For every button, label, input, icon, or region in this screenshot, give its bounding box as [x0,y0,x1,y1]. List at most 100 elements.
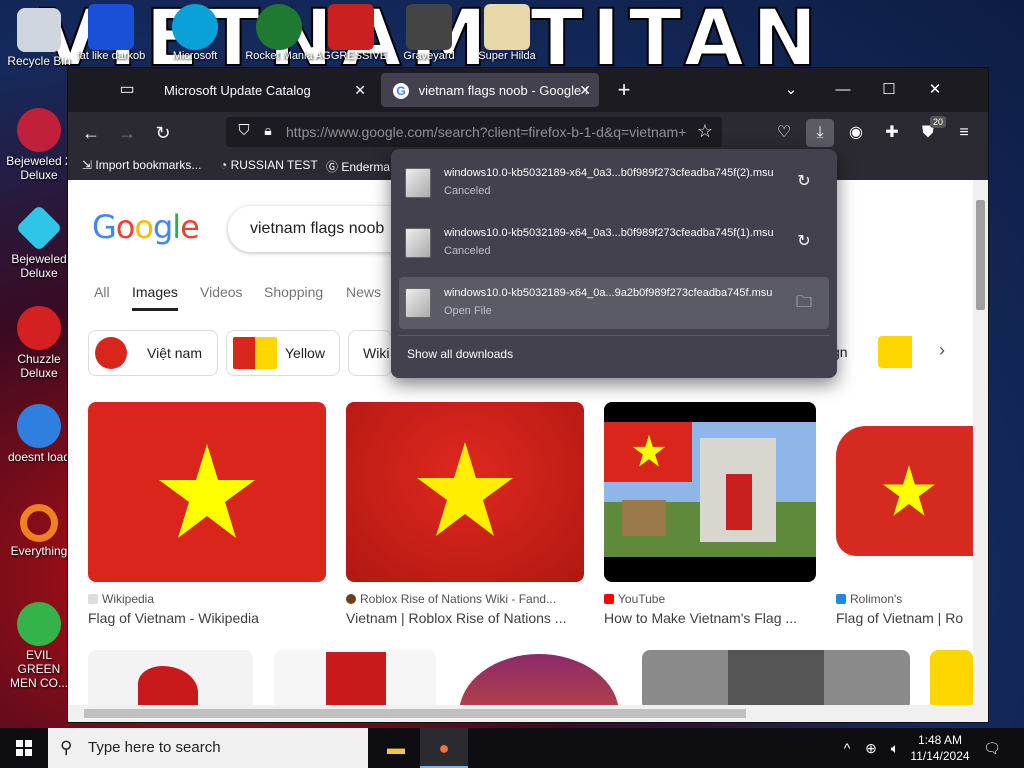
close-tab-icon[interactable]: ✕ [579,73,591,107]
bookmark-label: Import bookmarks... [95,158,202,172]
account-icon[interactable]: ◉ [842,119,870,147]
image-result[interactable]: YouTube How to Make Vietnam's Flag ... [604,402,816,626]
image-result[interactable]: Rolimon's Flag of Vietnam | Ro [836,402,973,626]
windows-logo-icon [16,740,32,756]
retry-icon[interactable]: ↻ [793,171,815,193]
search-placeholder: Type here to search [88,739,221,756]
desktop-icon-everything[interactable]: Everything [4,504,74,558]
bejeweled-2-icon [17,108,61,152]
desktop-icon-label: Everything [10,544,68,558]
close-tab-icon[interactable]: ✕ [354,73,366,107]
tab-news[interactable]: News [346,284,381,300]
file-explorer-icon[interactable]: ▬ [372,728,420,768]
tab-all[interactable]: All [94,284,110,300]
firefox-view-icon[interactable]: ▭ [114,78,140,102]
clock[interactable]: 1:48 AM 11/14/2024 [908,732,972,764]
desktop-icon-top[interactable]: AGGRESSIVE [312,4,390,62]
desktop-icon-top[interactable]: Rocket Mania [240,4,318,62]
image-result-thumb[interactable] [274,650,436,705]
vertical-scrollbar[interactable] [973,180,988,705]
chip-yellow[interactable]: Yellow [226,330,340,376]
volume-icon[interactable]: 🔈︎ [884,728,906,768]
start-button[interactable] [0,728,48,768]
tab-google-search[interactable]: G vietnam flags noob - Google Search ✕ [381,73,599,107]
search-icon: ⚲ [60,738,73,757]
bookmark-label: RUSSIAN TEST [230,158,318,172]
red-splash [138,666,198,705]
desktop-icon-chuzzle[interactable]: Chuzzle Deluxe [4,306,74,380]
notifications-icon[interactable]: 🗨︎ [980,728,1004,768]
desktop-icon-label: EVIL GREEN MEN CO... [9,648,68,690]
shield-icon[interactable]: ⛉ [234,122,254,142]
chip-viet-nam[interactable]: Việt nam [88,330,218,376]
tab-microsoft-update-catalog[interactable]: Microsoft Update Catalog ✕ [152,73,374,107]
desktop-icon-evil-green-men[interactable]: EVIL GREEN MEN CO... [4,602,74,690]
horizontal-scrollbar[interactable] [68,705,988,722]
tab-videos[interactable]: Videos [200,284,243,300]
desktop-icon-top[interactable]: fat like darkob [72,4,150,62]
desktop-icon-top[interactable]: Graveyard [390,4,468,62]
scroll-thumb[interactable] [976,200,985,310]
forward-button[interactable]: → [114,120,140,146]
result-title[interactable]: How to Make Vietnam's Flag ... [604,610,816,626]
result-title[interactable]: Flag of Vietnam | Ro [836,610,973,626]
google-logo[interactable]: Google [92,208,200,246]
dark-panel [728,650,824,705]
taskbar-search-box[interactable]: ⚲ Type here to search [48,728,368,768]
image-result[interactable]: Wikipedia Flag of Vietnam - Wikipedia [88,402,326,626]
image-result-thumb[interactable] [457,650,621,705]
extensions-icon[interactable]: ✚ [878,119,906,147]
image-result-thumb[interactable] [88,650,253,705]
desktop-icon-thunderbird[interactable]: doesnt load [4,404,74,464]
download-item[interactable]: windows10.0-kb5032189-x64_0a3...b0f989f2… [399,217,829,269]
new-tab-button[interactable]: + [612,78,636,102]
close-window-button[interactable]: ✕ [920,78,950,102]
url-text[interactable]: https://www.google.com/search?client=fir… [286,124,686,140]
folder-icon[interactable]: 🗀 [793,291,815,313]
flag-star [417,442,513,536]
bookmark-import[interactable]: ⇲ Import bookmarks... [82,158,201,172]
desktop-icon-bejeweled2[interactable]: Bejeweled 2 Deluxe [4,108,74,182]
downloads-button[interactable]: ⤓ [806,119,834,147]
lock-icon[interactable]: 🔒︎ [260,122,276,142]
nav-bar: ← → ↻ ⛉ 🔒︎ https://www.google.com/search… [68,112,988,152]
tab-images[interactable]: Images [132,284,178,311]
image-result-thumb[interactable] [642,650,910,705]
desktop-icon-top[interactable]: Microsoft [156,4,234,62]
desktop-icon-top[interactable]: Super Hilda [468,4,546,62]
result-title[interactable]: Flag of Vietnam - Wikipedia [88,610,326,626]
chevron-right-icon[interactable]: › [930,340,954,364]
bookmark-russian-test[interactable]: ◔ RUSSIAN TEST [220,158,318,172]
retry-icon[interactable]: ↻ [793,231,815,253]
back-button[interactable]: ← [78,120,104,146]
menu-icon[interactable]: ≡ [950,119,978,147]
messenger-people-icon [17,602,61,646]
firefox-icon[interactable]: ● [420,728,468,768]
desktop-icon-label: Chuzzle Deluxe [17,352,61,380]
network-icon[interactable]: ⊕ [860,728,882,768]
diamond-icon [15,204,63,252]
chip-wiki[interactable]: Wiki [348,330,392,376]
desktop-icon-label: fat like darkob [76,50,146,62]
url-bar[interactable]: ⛉ 🔒︎ https://www.google.com/search?clien… [226,117,722,147]
bookmark-enderma[interactable]: Ⓖ Enderma [326,158,390,175]
scroll-thumb[interactable] [84,709,746,718]
minimize-button[interactable]: — [828,78,858,102]
download-item[interactable]: windows10.0-kb5032189-x64_0a3...b0f989f2… [399,157,829,209]
show-all-downloads-button[interactable]: Show all downloads [407,347,513,361]
desktop-icon-bejeweled[interactable]: Bejeweled Deluxe [4,204,74,280]
tab-list-chevron-icon[interactable]: ⌄ [776,78,806,102]
reload-button[interactable]: ↻ [150,120,176,146]
bookmark-star-icon[interactable]: ☆ [694,121,716,143]
ublock-icon[interactable]: ⛊ 20 [914,116,946,147]
pocket-icon[interactable]: ♡ [770,119,798,147]
download-item[interactable]: windows10.0-kb5032189-x64_0a...9a2b0f989… [399,277,829,329]
chevron-up-icon[interactable]: ^ [838,728,856,768]
maximize-button[interactable]: ☐ [874,78,904,102]
desktop-icon-recycle-bin[interactable]: Recycle Bin [4,8,74,68]
tab-shopping[interactable]: Shopping [264,284,323,300]
image-result[interactable]: Roblox Rise of Nations Wiki - Fand... Vi… [346,402,584,626]
result-title[interactable]: Vietnam | Roblox Rise of Nations ... [346,610,584,626]
wikipedia-icon [88,594,98,604]
image-result-thumb[interactable] [930,650,973,705]
